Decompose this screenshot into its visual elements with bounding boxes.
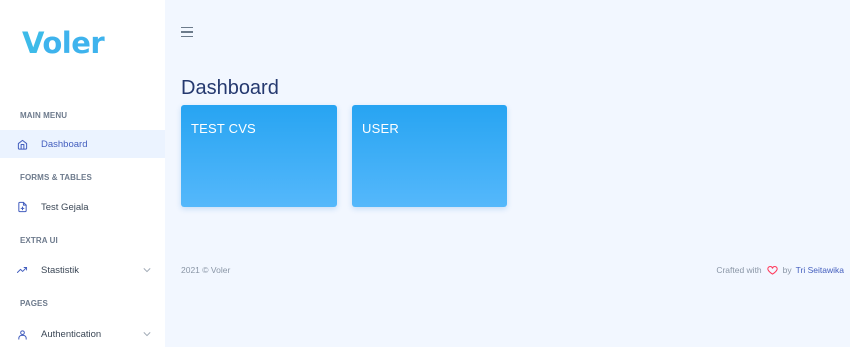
footer-credits: Crafted with by Tri Seitawika — [716, 265, 844, 275]
hamburger-icon[interactable] — [181, 27, 193, 37]
brand-logo[interactable]: Voler — [22, 26, 105, 60]
sidebar-item-stastistik[interactable]: Stastistik — [0, 256, 165, 284]
sidebar-item-authentication[interactable]: Authentication — [0, 320, 165, 347]
user-icon — [15, 327, 29, 341]
brand-logo-initial: V — [22, 26, 43, 60]
chevron-down-icon[interactable] — [143, 329, 153, 339]
section-title-extra-ui: EXTRA UI — [20, 236, 58, 245]
footer-copyright: 2021 © Voler — [181, 265, 231, 275]
trending-up-icon — [15, 263, 29, 277]
card-test-cvs[interactable]: TEST CVS — [181, 105, 337, 207]
section-title-forms-tables: FORMS & TABLES — [20, 173, 92, 182]
card-title: USER — [362, 121, 399, 136]
sidebar-item-label: Authentication — [41, 328, 102, 340]
brand-logo-text: oler — [42, 26, 105, 60]
sidebar-item-label: Stastistik — [41, 264, 80, 276]
sidebar-item-label: Dashboard — [41, 138, 88, 150]
heart-icon — [767, 265, 778, 275]
home-icon — [15, 137, 29, 151]
file-plus-icon — [15, 200, 29, 214]
sidebar-item-dashboard[interactable]: Dashboard — [0, 130, 165, 158]
footer-by-text: by — [782, 265, 792, 275]
card-title: TEST CVS — [191, 121, 256, 136]
sidebar-item-label: Test Gejala — [41, 201, 89, 213]
sidebar: Voler MAIN MENU Dashboard FORMS & TABLES… — [0, 0, 165, 347]
author-link[interactable]: Tri Seitawika — [796, 265, 844, 275]
card-user[interactable]: USER — [352, 105, 507, 207]
section-title-main-menu: MAIN MENU — [20, 111, 68, 120]
sidebar-item-test-gejala[interactable]: Test Gejala — [0, 193, 165, 221]
chevron-down-icon[interactable] — [143, 265, 153, 275]
section-title-pages: PAGES — [20, 299, 48, 308]
page-title: Dashboard — [181, 77, 279, 99]
footer-crafted-text: Crafted with — [716, 265, 762, 275]
